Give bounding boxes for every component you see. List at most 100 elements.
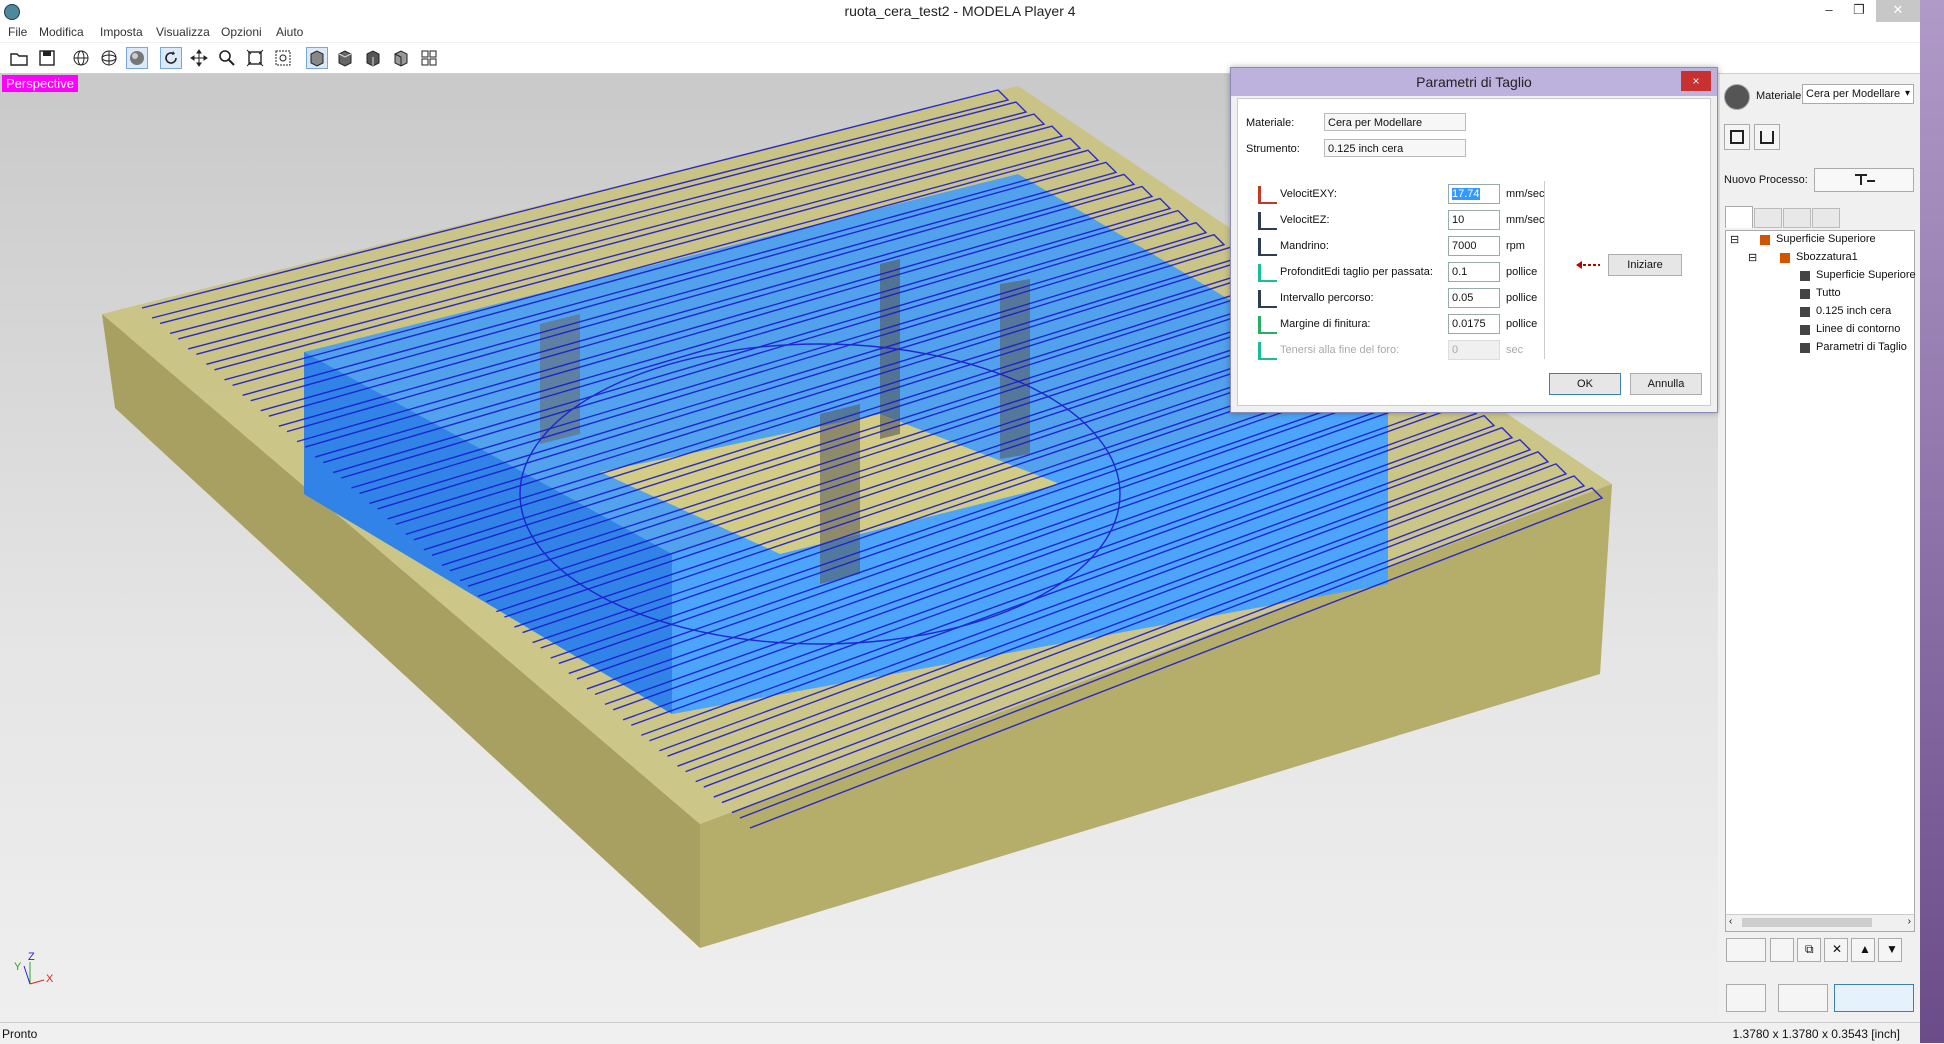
process-tree[interactable]: ⊟ ⊟ Superficie Superiore Sbozzatura1 Super… bbox=[1725, 230, 1916, 932]
speed-z-label: VelocitEZ: bbox=[1280, 214, 1330, 226]
dialog-title: Parametri di Taglio bbox=[1416, 74, 1532, 90]
window-title: ruota_cera_test2 - MODELA Player 4 bbox=[844, 3, 1076, 19]
tree-item[interactable]: 0.125 inch cera bbox=[1816, 305, 1891, 317]
zoom-window-icon[interactable] bbox=[272, 47, 294, 69]
depth-per-pass-icon bbox=[1258, 264, 1277, 282]
pan-icon[interactable] bbox=[188, 47, 210, 69]
view-right-icon[interactable] bbox=[362, 47, 384, 69]
finish-margin-icon bbox=[1258, 316, 1277, 334]
stock-view-icon[interactable] bbox=[1724, 124, 1750, 150]
speed-xy-value: 17.74 bbox=[1452, 188, 1480, 200]
menu-opzioni[interactable]: Opzioni bbox=[221, 25, 262, 39]
all-icon bbox=[1800, 289, 1810, 299]
finish-margin-unit: pollice bbox=[1506, 318, 1538, 330]
scroll-left-icon[interactable]: ‹ bbox=[1729, 916, 1732, 927]
open-folder-icon[interactable] bbox=[8, 47, 30, 69]
path-interval-value: 0.05 bbox=[1452, 292, 1474, 304]
tab-paths[interactable] bbox=[1812, 208, 1840, 228]
axis-x-label: X bbox=[46, 973, 54, 985]
close-window-button[interactable]: ✕ bbox=[1876, 0, 1920, 22]
tab-process[interactable] bbox=[1725, 206, 1753, 228]
tree-item[interactable]: Superficie Superiore bbox=[1776, 233, 1876, 245]
speed-z-value: 10 bbox=[1452, 214, 1465, 226]
delete-glyph: ✕ bbox=[1832, 942, 1843, 956]
delete-icon[interactable]: ✕ bbox=[1824, 938, 1848, 962]
move-up-icon[interactable]: ▲ bbox=[1851, 938, 1875, 962]
spindle-input[interactable]: 7000 bbox=[1448, 236, 1500, 256]
dialog-title-bar[interactable]: Parametri di Taglio × bbox=[1231, 68, 1717, 96]
tree-item[interactable]: Superficie Superiore bbox=[1816, 269, 1916, 281]
menu-visualizza[interactable]: Visualizza bbox=[156, 25, 210, 39]
copy-glyph: ⧉ bbox=[1805, 942, 1814, 956]
move-down-icon[interactable]: ▼ bbox=[1878, 938, 1902, 962]
tree-item[interactable]: Sbozzatura1 bbox=[1796, 251, 1858, 263]
view-multi-icon[interactable] bbox=[418, 47, 440, 69]
arrow-left-icon bbox=[1576, 261, 1600, 269]
finish-margin-input[interactable]: 0.0175 bbox=[1448, 314, 1500, 334]
perspective-label: Perspective bbox=[2, 75, 78, 92]
rotate-icon[interactable] bbox=[160, 47, 182, 69]
simulate-icon[interactable] bbox=[1778, 984, 1828, 1012]
view-front-icon[interactable] bbox=[306, 47, 328, 69]
material-select[interactable]: Cera per Modellare ▾ bbox=[1802, 84, 1914, 104]
sphere-shaded-icon[interactable] bbox=[126, 47, 148, 69]
menu-imposta[interactable]: Imposta bbox=[100, 25, 143, 39]
tree-item[interactable]: Linee di contorno bbox=[1816, 323, 1900, 335]
minimize-button[interactable]: – bbox=[1812, 0, 1846, 22]
surface-icon bbox=[1760, 235, 1770, 245]
dwell-time-input: 0 bbox=[1448, 340, 1500, 360]
depth-per-pass-label: ProfonditEdi taglio per passata: bbox=[1280, 266, 1433, 278]
finish-margin-value: 0.0175 bbox=[1452, 318, 1486, 330]
add-process-icon[interactable] bbox=[1770, 938, 1794, 962]
globe-icon[interactable] bbox=[98, 47, 120, 69]
tab-tools[interactable] bbox=[1754, 208, 1782, 228]
cut-icon[interactable] bbox=[1834, 984, 1914, 1012]
menu-aiuto[interactable]: Aiuto bbox=[276, 25, 303, 39]
ok-button[interactable]: OK bbox=[1549, 373, 1621, 395]
dwell-time-icon bbox=[1258, 342, 1277, 360]
tree-collapse-icon[interactable]: ⊟ bbox=[1730, 233, 1739, 246]
new-process-label: Nuovo Processo: bbox=[1724, 174, 1808, 186]
path-gen-icon[interactable] bbox=[1726, 938, 1766, 962]
axis-triad: Y Z X bbox=[14, 951, 54, 985]
tree-collapse-icon[interactable]: ⊟ bbox=[1748, 251, 1757, 264]
material-icon[interactable] bbox=[1724, 84, 1750, 110]
dwell-time-unit: sec bbox=[1506, 344, 1524, 356]
depth-per-pass-input[interactable]: 0.1 bbox=[1448, 262, 1500, 282]
right-panel: Materiale Cera per Modellare ▾ Nuovo Pro… bbox=[1720, 74, 1920, 1022]
spindle-label: Mandrino: bbox=[1280, 240, 1329, 252]
speed-z-input[interactable]: 10 bbox=[1448, 210, 1500, 230]
menu-modifica[interactable]: Modifica bbox=[39, 25, 84, 39]
speed-xy-input[interactable]: 17.74 bbox=[1448, 184, 1500, 204]
menu-file[interactable]: File bbox=[8, 25, 27, 39]
view-iso-icon[interactable] bbox=[390, 47, 412, 69]
view-top-icon[interactable] bbox=[334, 47, 356, 69]
fit-all-icon[interactable] bbox=[244, 47, 266, 69]
depth-per-pass-unit: pollice bbox=[1506, 266, 1538, 278]
speed-z-icon bbox=[1258, 212, 1277, 230]
wireframe-globe-icon[interactable] bbox=[70, 47, 92, 69]
scroll-thumb[interactable] bbox=[1742, 918, 1872, 927]
tab-surfaces[interactable] bbox=[1783, 208, 1811, 228]
copy-icon[interactable]: ⧉ bbox=[1797, 938, 1821, 962]
cancel-button[interactable]: Annulla bbox=[1630, 373, 1702, 395]
tree-item[interactable]: Tutto bbox=[1816, 287, 1841, 299]
desktop-edge bbox=[1920, 0, 1944, 1043]
save-icon[interactable] bbox=[36, 47, 58, 69]
scroll-right-icon[interactable]: › bbox=[1908, 916, 1911, 927]
tree-item[interactable]: Parametri di Taglio bbox=[1816, 341, 1907, 353]
horizontal-scrollbar[interactable]: ‹ › bbox=[1726, 914, 1914, 931]
path-interval-label: Intervallo percorso: bbox=[1280, 292, 1374, 304]
parameters-icon bbox=[1800, 343, 1810, 353]
start-button[interactable]: Iniziare bbox=[1608, 254, 1682, 276]
path-interval-input[interactable]: 0.05 bbox=[1448, 288, 1500, 308]
zoom-icon[interactable] bbox=[216, 47, 238, 69]
menu-bar: File Modifica Imposta Visualizza Opzioni… bbox=[0, 22, 1920, 42]
material-field: Cera per Modellare bbox=[1324, 113, 1466, 131]
spindle-unit: rpm bbox=[1506, 240, 1525, 252]
restore-button[interactable]: ❐ bbox=[1842, 0, 1876, 22]
new-process-button[interactable] bbox=[1814, 168, 1914, 192]
dialog-close-button[interactable]: × bbox=[1681, 71, 1711, 91]
model-view-icon[interactable] bbox=[1754, 124, 1780, 150]
preview-icon[interactable] bbox=[1726, 984, 1766, 1012]
